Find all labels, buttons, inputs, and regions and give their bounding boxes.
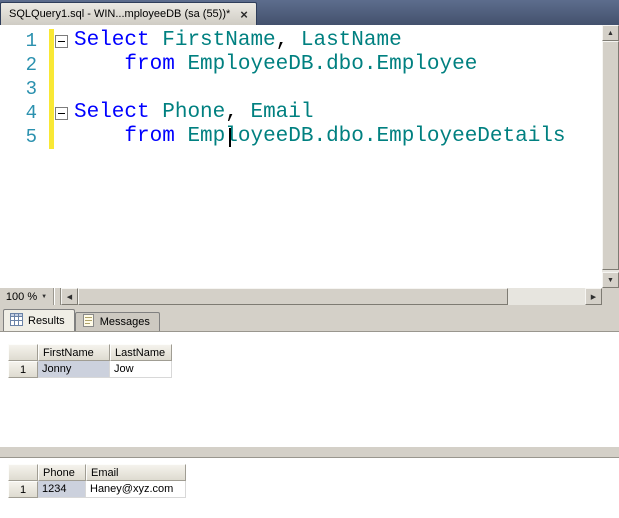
- sql-editor: 1 Select FirstName, LastName 2 from Empl…: [0, 25, 619, 305]
- code-line[interactable]: 1 Select FirstName, LastName: [0, 29, 602, 53]
- results-tab-strip: Results Messages: [3, 309, 160, 331]
- grid-cell[interactable]: Haney@xyz.com: [86, 481, 186, 498]
- horizontal-scroll-track[interactable]: [78, 288, 585, 305]
- results-pane: Results Messages FirstName LastName 1 Jo…: [0, 305, 619, 518]
- grid-corner-header[interactable]: [8, 464, 38, 481]
- column-header[interactable]: Email: [86, 464, 186, 481]
- horizontal-scroll-thumb[interactable]: [78, 288, 508, 305]
- grid-cell[interactable]: Jonny: [38, 361, 110, 378]
- code-text: Select FirstName, LastName: [74, 29, 402, 53]
- row-header[interactable]: 1: [8, 481, 38, 498]
- document-tab[interactable]: SQLQuery1.sql - WIN...mployeeDB (sa (55)…: [0, 2, 257, 25]
- horizontal-scrollbar: 100 % ▼ ◀ ▶: [0, 288, 602, 305]
- grid-cell[interactable]: Jow: [110, 361, 172, 378]
- zoom-control[interactable]: 100 % ▼: [0, 288, 54, 305]
- code-token: ,: [225, 101, 251, 124]
- code-text: from EmployeeDB.dbo.EmployeeDetails: [74, 125, 566, 149]
- result-grid-panel-2: Phone Email 1 1234 Haney@xyz.com: [0, 457, 619, 518]
- line-number: 3: [25, 78, 37, 100]
- tab-close-icon[interactable]: ×: [240, 8, 248, 21]
- line-number: 5: [25, 126, 37, 148]
- code-token: from: [124, 125, 175, 148]
- tab-results[interactable]: Results: [3, 309, 75, 331]
- vertical-scroll-thumb[interactable]: [602, 41, 619, 270]
- results-grid-icon: [10, 312, 23, 329]
- code-token: Select: [74, 101, 150, 124]
- code-line[interactable]: 5 from EmployeeDB.dbo.EmployeeDetails: [0, 125, 602, 149]
- column-header[interactable]: LastName: [110, 344, 172, 361]
- fold-collapse-icon[interactable]: [55, 34, 68, 48]
- code-text: Select Phone, Email: [74, 101, 313, 125]
- code-token: Select: [74, 29, 150, 52]
- document-tab-strip: SQLQuery1.sql - WIN...mployeeDB (sa (55)…: [0, 0, 619, 25]
- result-grid-1: FirstName LastName 1 Jonny Jow: [8, 344, 172, 378]
- result-grid-panel-1: FirstName LastName 1 Jonny Jow: [0, 331, 619, 447]
- code-token: FirstName: [162, 29, 276, 52]
- code-line[interactable]: 3: [0, 77, 602, 101]
- splitter-handle[interactable]: [54, 288, 61, 305]
- result-grid-2: Phone Email 1 1234 Haney@xyz.com: [8, 464, 186, 498]
- code-lines: 1 Select FirstName, LastName 2 from Empl…: [0, 29, 602, 149]
- scrollbar-corner: [602, 288, 619, 305]
- vertical-scrollbar[interactable]: ▲ ▼: [602, 25, 619, 288]
- line-number: 4: [25, 102, 37, 124]
- tab-results-label: Results: [28, 314, 65, 327]
- zoom-level: 100 %: [5, 290, 38, 303]
- line-number: 2: [25, 54, 37, 76]
- code-area[interactable]: 1 Select FirstName, LastName 2 from Empl…: [0, 25, 602, 288]
- code-token: from: [124, 53, 175, 76]
- scroll-down-icon[interactable]: ▼: [602, 272, 619, 288]
- code-line[interactable]: 2 from EmployeeDB.dbo.Employee: [0, 53, 602, 77]
- code-token: EmployeeDB.dbo.Employee: [187, 53, 478, 76]
- grid-corner-header[interactable]: [8, 344, 38, 361]
- code-token: Email: [250, 101, 314, 124]
- document-tab-title: SQLQuery1.sql - WIN...mployeeDB (sa (55)…: [9, 8, 231, 20]
- table-row: 1 1234 Haney@xyz.com: [8, 481, 186, 498]
- scroll-up-icon[interactable]: ▲: [602, 25, 619, 41]
- code-token: LastName: [300, 29, 402, 52]
- tab-messages-label: Messages: [99, 316, 150, 328]
- row-header[interactable]: 1: [8, 361, 38, 378]
- code-token: Phone: [162, 101, 226, 124]
- code-line[interactable]: 4 Select Phone, Email: [0, 101, 602, 125]
- text-caret: [229, 128, 231, 147]
- code-token: ,: [275, 29, 301, 52]
- table-row: 1 Jonny Jow: [8, 361, 172, 378]
- column-header[interactable]: FirstName: [38, 344, 110, 361]
- line-number: 1: [25, 30, 37, 52]
- grid-header-row: FirstName LastName: [8, 344, 172, 361]
- code-text: from EmployeeDB.dbo.Employee: [74, 53, 477, 77]
- messages-icon: [82, 314, 95, 330]
- code-token: EmployeeDB.dbo.EmployeeDetails: [187, 125, 566, 148]
- column-header[interactable]: Phone: [38, 464, 86, 481]
- fold-collapse-icon[interactable]: [55, 106, 68, 120]
- tab-messages[interactable]: Messages: [74, 312, 160, 331]
- scroll-right-icon[interactable]: ▶: [585, 288, 602, 305]
- scroll-left-icon[interactable]: ◀: [61, 288, 78, 305]
- grid-cell[interactable]: 1234: [38, 481, 86, 498]
- grid-header-row: Phone Email: [8, 464, 186, 481]
- chevron-down-icon: ▼: [41, 293, 48, 300]
